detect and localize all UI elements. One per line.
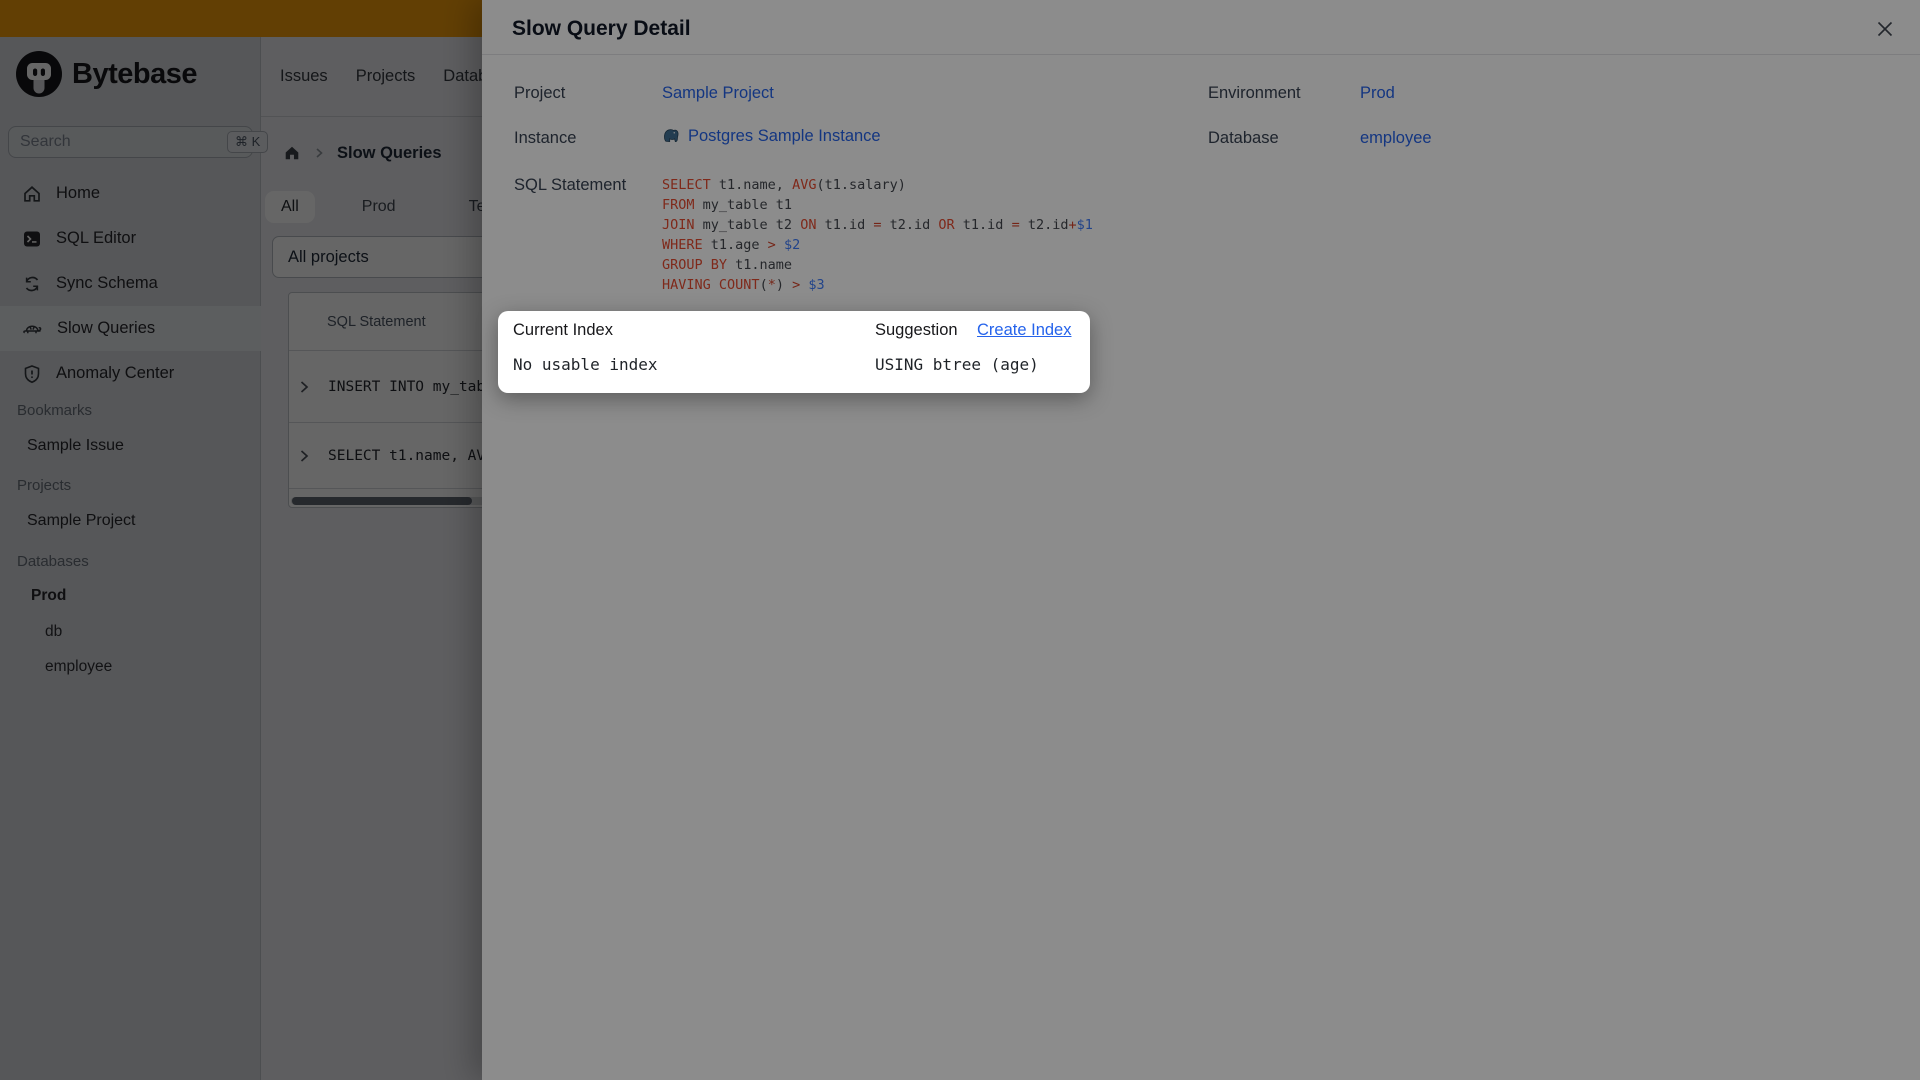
- sidebar-db-employee[interactable]: employee: [45, 658, 112, 676]
- sql-code: SELECT t1.name, AVG(t1.salary) FROM my_ta…: [662, 177, 1093, 293]
- sidebar-item-sync-schema[interactable]: Sync Schema: [0, 261, 261, 306]
- environment-tabs: All Prod Test: [265, 188, 514, 225]
- table-cell-sql: SELECT t1.name, AV: [328, 447, 486, 464]
- turtle-icon: [23, 324, 42, 333]
- breadcrumb-chevron-icon: [316, 148, 323, 158]
- breadcrumb: Slow Queries: [283, 139, 442, 167]
- sidebar-item-label: Slow Queries: [57, 319, 156, 337]
- table-cell-sql: INSERT INTO my_tab: [328, 378, 486, 395]
- sidebar-item-sample-issue[interactable]: Sample Issue: [27, 437, 124, 455]
- sidebar-item-anomaly-center[interactable]: Anomaly Center: [0, 351, 261, 396]
- environment-label: Environment: [1208, 84, 1301, 102]
- search-input[interactable]: [20, 133, 227, 151]
- sidebar-nav: Home SQL Editor Sync Schema Slow Queries…: [0, 171, 261, 396]
- instance-label: Instance: [514, 129, 577, 147]
- shield-icon: [24, 364, 40, 383]
- expand-chevron-icon[interactable]: [295, 378, 313, 396]
- sidebar-item-home[interactable]: Home: [0, 171, 261, 216]
- modal-title: Slow Query Detail: [512, 17, 691, 40]
- sidebar-section-databases: Databases: [17, 553, 89, 570]
- scrollbar-thumb[interactable]: [292, 497, 472, 505]
- slow-query-detail-modal: Slow Query Detail Project Sample Project…: [482, 0, 1920, 1080]
- index-suggestion-popup: Current Index Suggestion Create Index No…: [498, 311, 1090, 393]
- top-nav-issues[interactable]: Issues: [280, 67, 328, 86]
- sidebar-item-slow-queries[interactable]: Slow Queries: [0, 306, 261, 351]
- tab-prod[interactable]: Prod: [346, 191, 412, 223]
- sidebar-item-sample-project[interactable]: Sample Project: [27, 512, 136, 530]
- suggestion-value: USING btree (age): [875, 355, 1039, 374]
- bytebase-logo[interactable]: Bytebase: [16, 51, 197, 97]
- project-link[interactable]: Sample Project: [662, 84, 774, 103]
- sync-icon: [25, 276, 39, 291]
- sidebar-item-label: Sync Schema: [56, 274, 158, 292]
- instance-link[interactable]: Postgres Sample Instance: [662, 127, 881, 146]
- bytebase-logo-icon: [16, 51, 62, 97]
- brand-name: Bytebase: [72, 57, 197, 90]
- project-filter-value: All projects: [288, 247, 369, 266]
- current-index-value: No usable index: [513, 355, 658, 374]
- sidebar-db-env-prod[interactable]: Prod: [31, 587, 66, 605]
- sidebar-db-db[interactable]: db: [45, 623, 62, 641]
- sidebar-section-projects: Projects: [17, 477, 72, 494]
- sidebar-item-label: SQL Editor: [56, 229, 137, 247]
- instance-link-label: Postgres Sample Instance: [688, 127, 881, 145]
- project-label: Project: [514, 84, 566, 102]
- sidebar-section-bookmarks: Bookmarks: [17, 402, 93, 419]
- home-icon: [24, 185, 40, 202]
- postgres-elephant-icon: [664, 129, 679, 143]
- database-label: Database: [1208, 129, 1279, 147]
- sidebar-item-label: Home: [56, 184, 101, 202]
- search-box[interactable]: ⌘ K: [8, 126, 269, 158]
- top-nav-projects[interactable]: Projects: [356, 67, 416, 86]
- expand-chevron-icon[interactable]: [295, 447, 313, 465]
- breadcrumb-home-icon[interactable]: [283, 144, 301, 162]
- create-index-link[interactable]: Create Index: [977, 321, 1071, 340]
- sql-statement-label: SQL Statement: [514, 176, 627, 194]
- tab-all[interactable]: All: [265, 190, 315, 223]
- breadcrumb-current: Slow Queries: [337, 143, 442, 162]
- suggestion-label: Suggestion: [875, 321, 958, 339]
- sidebar: Bytebase ⌘ K Home SQL Editor: [0, 37, 269, 1080]
- sidebar-item-sql-editor[interactable]: SQL Editor: [0, 216, 261, 261]
- current-index-label: Current Index: [513, 321, 613, 339]
- modal-header: Slow Query Detail: [482, 0, 1920, 55]
- environment-link[interactable]: Prod: [1360, 84, 1395, 103]
- close-button[interactable]: [1872, 16, 1898, 42]
- terminal-icon: [24, 231, 40, 246]
- database-link[interactable]: employee: [1360, 129, 1432, 148]
- sidebar-item-label: Anomaly Center: [56, 364, 175, 382]
- close-icon: [1877, 21, 1893, 37]
